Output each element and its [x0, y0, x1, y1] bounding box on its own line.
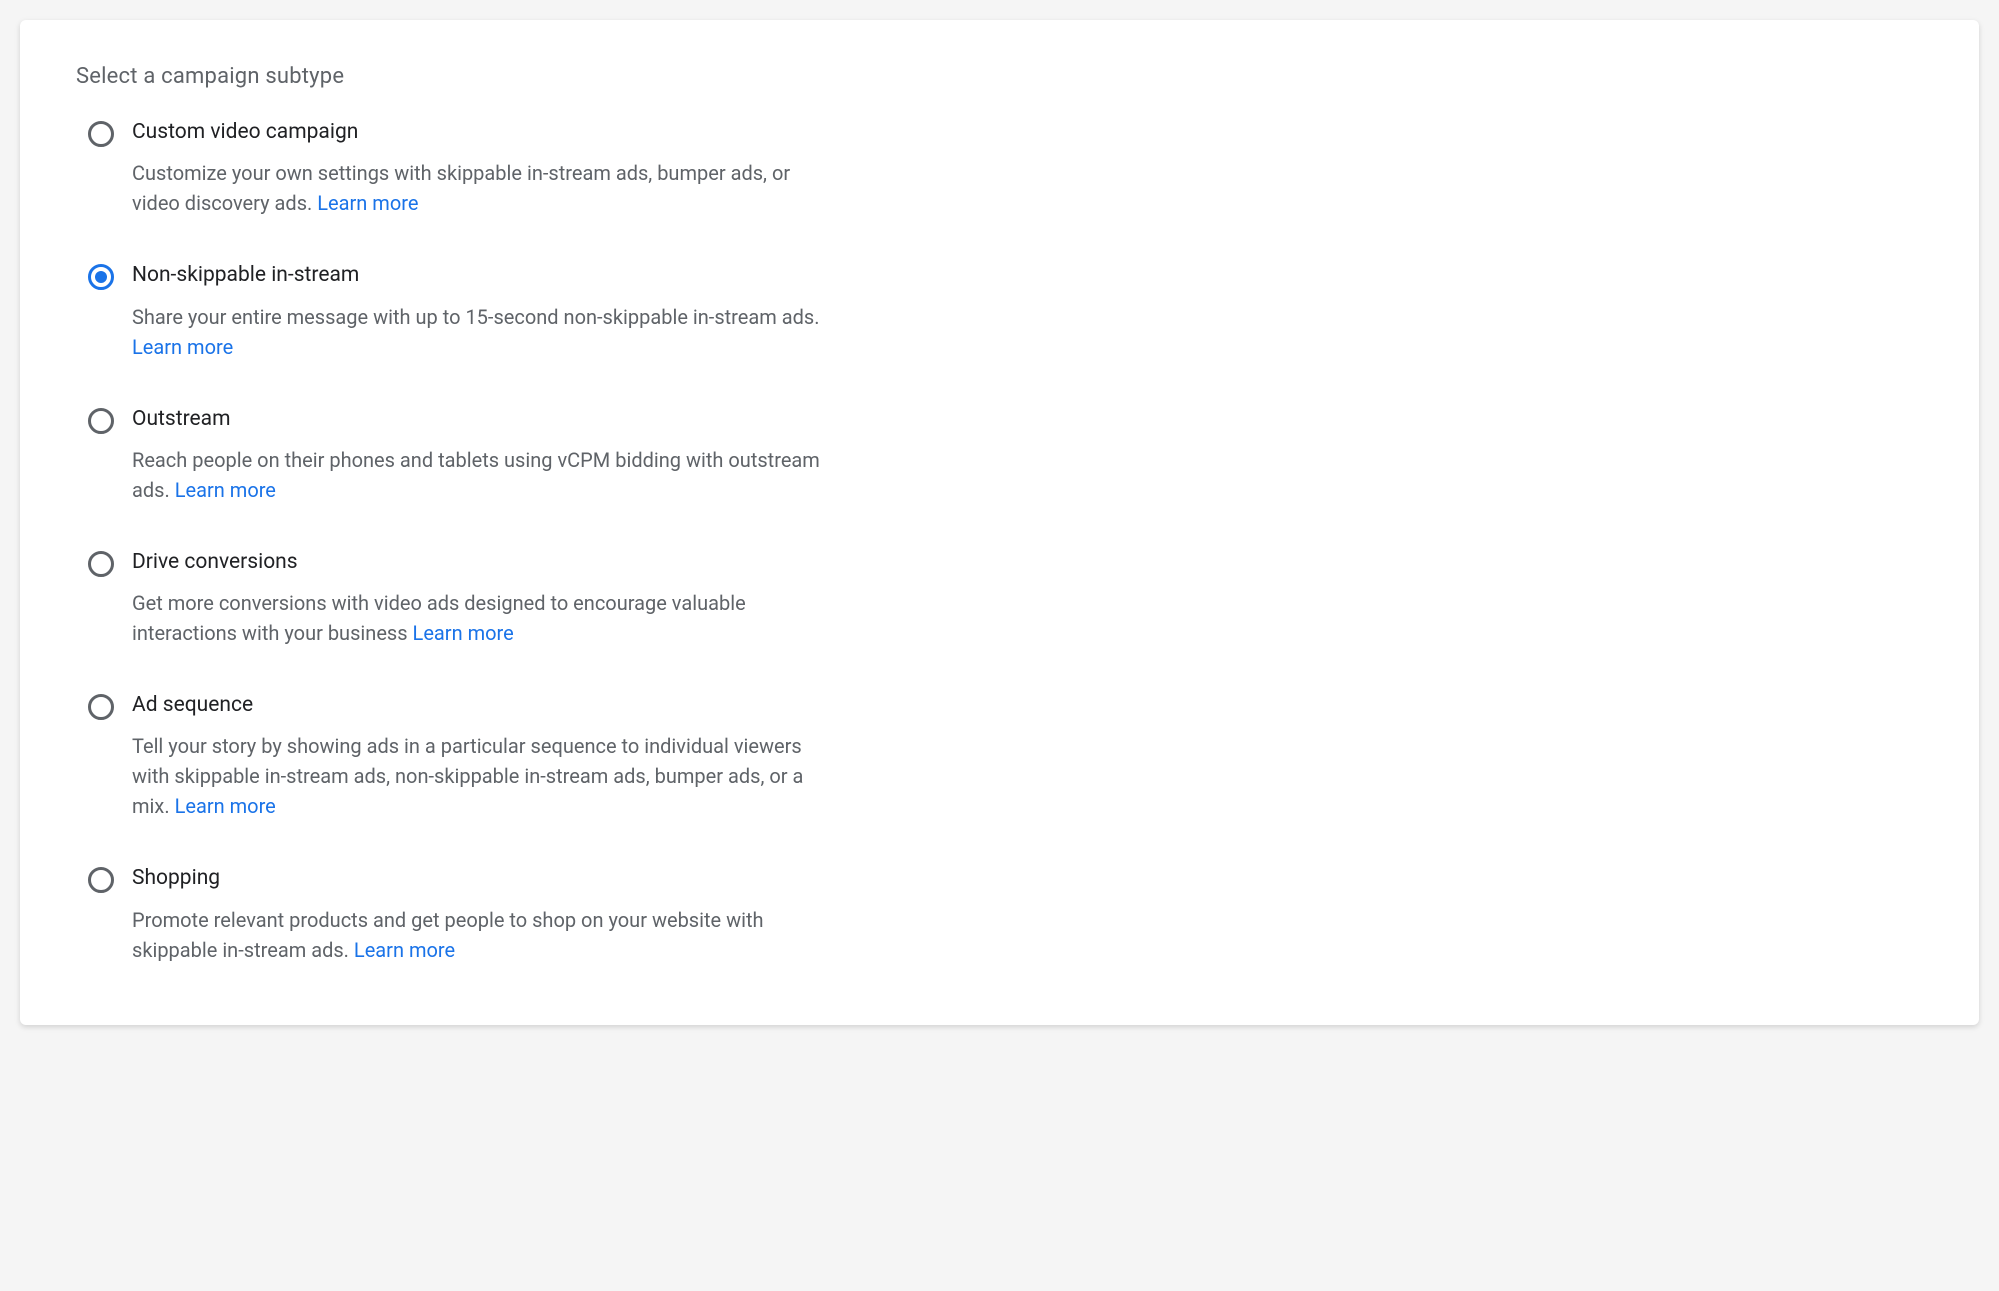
option-description: Promote relevant products and get people…	[132, 905, 836, 965]
radio-non-skippable-in-stream[interactable]	[88, 264, 114, 290]
option-body: Drive conversions Get more conversions w…	[132, 549, 836, 648]
option-title: Ad sequence	[132, 692, 836, 719]
radio-custom-video-campaign[interactable]	[88, 121, 114, 147]
option-body: Ad sequence Tell your story by showing a…	[132, 692, 836, 821]
subtype-options-list: Custom video campaign Customize your own…	[76, 119, 836, 965]
option-body: Custom video campaign Customize your own…	[132, 119, 836, 218]
option-body: Shopping Promote relevant products and g…	[132, 865, 836, 964]
option-description: Get more conversions with video ads desi…	[132, 588, 836, 648]
option-ad-sequence[interactable]: Ad sequence Tell your story by showing a…	[88, 692, 836, 821]
option-title: Shopping	[132, 865, 836, 892]
learn-more-link[interactable]: Learn more	[175, 478, 276, 502]
option-body: Non-skippable in-stream Share your entir…	[132, 262, 836, 361]
learn-more-link[interactable]: Learn more	[132, 335, 233, 359]
option-title: Outstream	[132, 406, 836, 433]
option-title: Non-skippable in-stream	[132, 262, 836, 289]
option-description: Share your entire message with up to 15-…	[132, 302, 836, 362]
option-body: Outstream Reach people on their phones a…	[132, 406, 836, 505]
option-title: Drive conversions	[132, 549, 836, 576]
option-description-text: Share your entire message with up to 15-…	[132, 305, 820, 329]
option-shopping[interactable]: Shopping Promote relevant products and g…	[88, 865, 836, 964]
learn-more-link[interactable]: Learn more	[175, 794, 276, 818]
option-description: Tell your story by showing ads in a part…	[132, 731, 836, 821]
option-drive-conversions[interactable]: Drive conversions Get more conversions w…	[88, 549, 836, 648]
section-title: Select a campaign subtype	[76, 64, 1923, 89]
option-custom-video-campaign[interactable]: Custom video campaign Customize your own…	[88, 119, 836, 218]
option-title: Custom video campaign	[132, 119, 836, 146]
radio-ad-sequence[interactable]	[88, 694, 114, 720]
option-outstream[interactable]: Outstream Reach people on their phones a…	[88, 406, 836, 505]
radio-shopping[interactable]	[88, 867, 114, 893]
learn-more-link[interactable]: Learn more	[413, 621, 514, 645]
learn-more-link[interactable]: Learn more	[354, 938, 455, 962]
option-description: Reach people on their phones and tablets…	[132, 445, 836, 505]
radio-drive-conversions[interactable]	[88, 551, 114, 577]
option-description-text: Customize your own settings with skippab…	[132, 161, 790, 215]
option-non-skippable-in-stream[interactable]: Non-skippable in-stream Share your entir…	[88, 262, 836, 361]
campaign-subtype-card: Select a campaign subtype Custom video c…	[20, 20, 1979, 1025]
learn-more-link[interactable]: Learn more	[317, 191, 418, 215]
radio-outstream[interactable]	[88, 408, 114, 434]
option-description: Customize your own settings with skippab…	[132, 158, 836, 218]
